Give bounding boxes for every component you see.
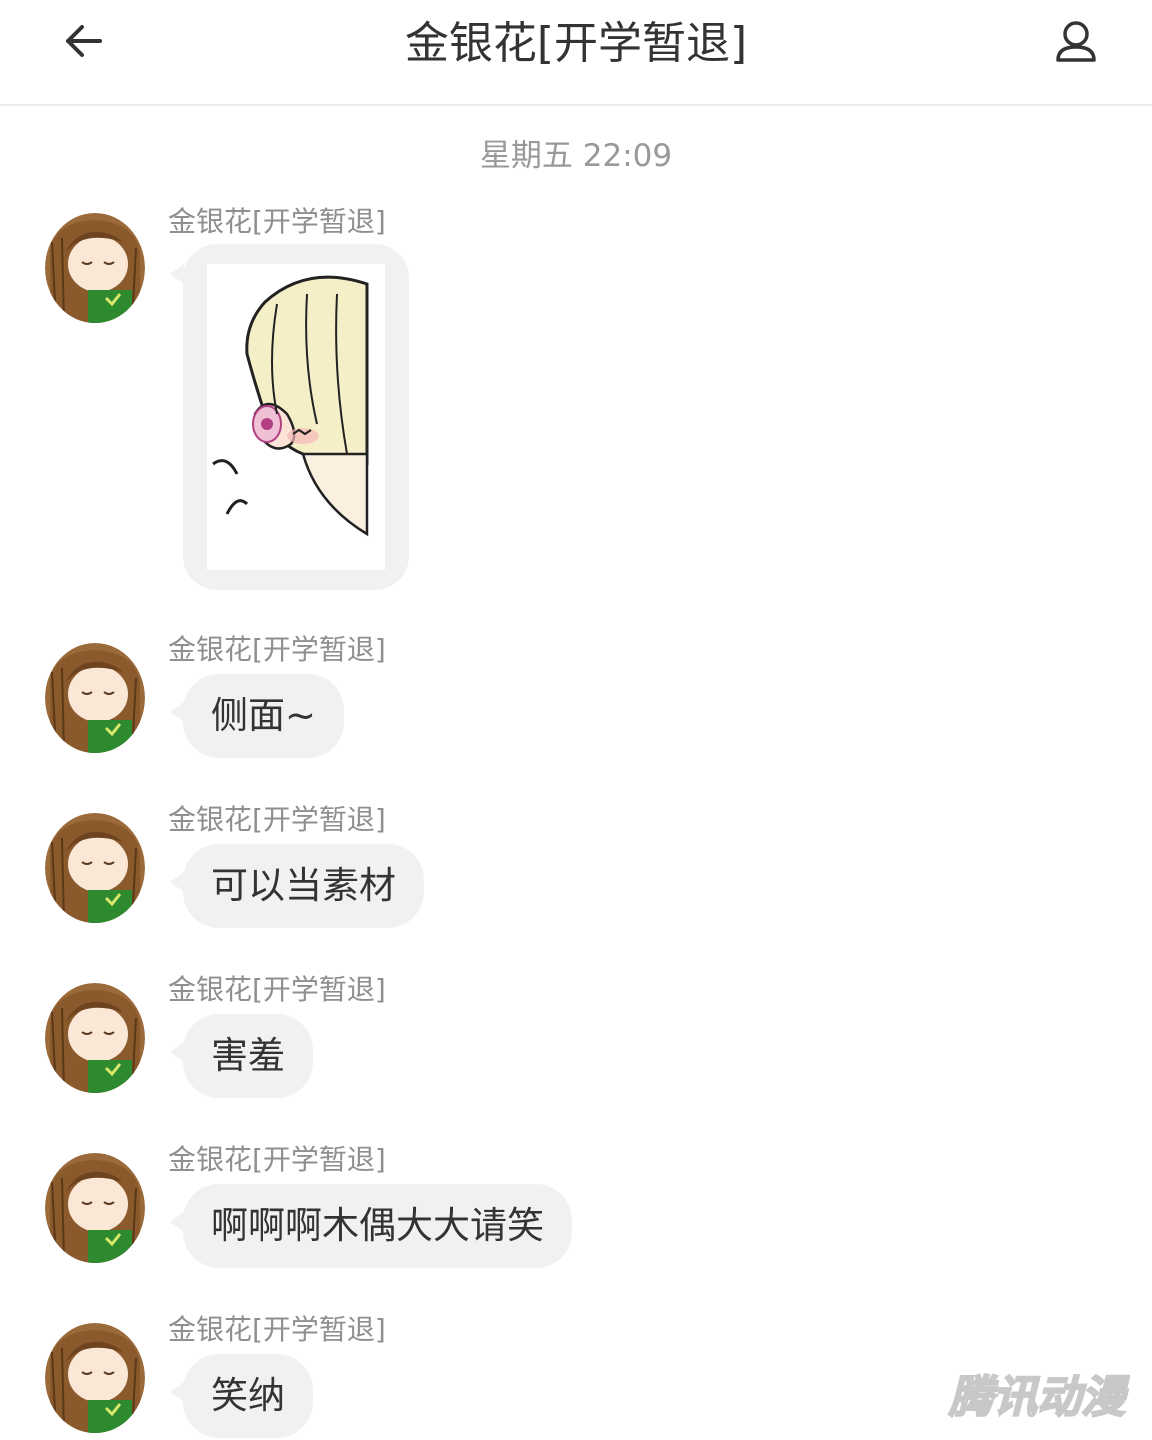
message-bubble[interactable]: 害羞 <box>170 1014 313 1098</box>
page-title: 金银花[开学暂退] <box>404 18 748 69</box>
person-icon <box>1056 21 1096 62</box>
sender-name: 金银花[开学暂退] <box>168 1143 386 1176</box>
profile-button[interactable] <box>1046 14 1106 74</box>
watermark-logo: 腾讯动漫 <box>947 1371 1130 1424</box>
sticker-image[interactable] <box>207 264 385 570</box>
message-bubble[interactable]: 啊啊啊木偶大大请笑 <box>170 1184 572 1268</box>
sender-name: 金银花[开学暂退] <box>168 205 386 238</box>
svg-text:腾讯动漫: 腾讯动漫 <box>948 1372 1130 1423</box>
avatar[interactable] <box>44 1152 146 1264</box>
message-bubble[interactable]: 笑纳 <box>170 1354 313 1438</box>
sender-name: 金银花[开学暂退] <box>168 803 386 836</box>
avatar[interactable] <box>44 212 146 324</box>
sender-name: 金银花[开学暂退] <box>168 1313 386 1346</box>
avatar[interactable] <box>44 1322 146 1434</box>
avatar[interactable] <box>44 982 146 1094</box>
sender-name: 金银花[开学暂退] <box>168 973 386 1006</box>
sender-name: 金银花[开学暂退] <box>168 633 386 666</box>
image-message-bubble[interactable] <box>170 244 409 590</box>
message-bubble[interactable]: 可以当素材 <box>170 844 424 928</box>
message-timestamp: 星期五 22:09 <box>479 138 673 174</box>
message-bubble[interactable]: 侧面~ <box>169 674 345 758</box>
top-bar: 金银花[开学暂退] <box>0 0 1152 106</box>
avatar[interactable] <box>44 642 146 754</box>
avatar[interactable] <box>44 812 146 924</box>
